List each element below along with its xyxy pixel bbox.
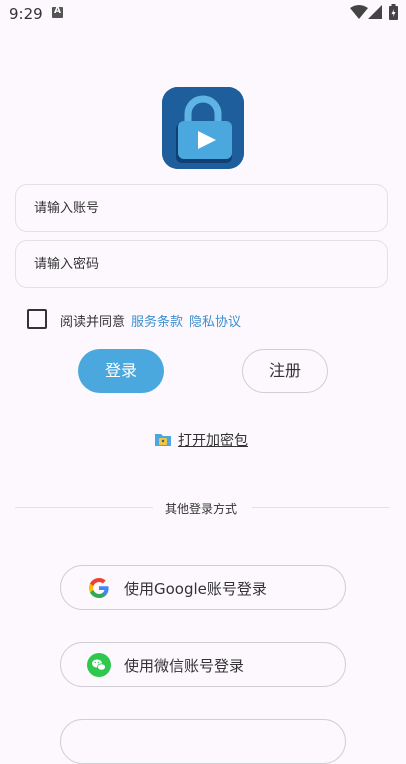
notification-icon [52, 6, 63, 18]
other-login-label: 其他登录方式 [165, 502, 238, 516]
account-input[interactable] [15, 184, 388, 232]
app-logo [162, 87, 244, 169]
terms-link[interactable]: 服务条款 [131, 311, 183, 330]
wechat-icon [87, 653, 111, 677]
password-input[interactable] [15, 240, 388, 288]
wifi-icon [350, 5, 368, 19]
next-login-button[interactable] [60, 719, 346, 764]
google-login-button[interactable]: 使用Google账号登录 [60, 565, 346, 610]
battery-icon [389, 4, 398, 20]
folder-icon [155, 434, 171, 446]
login-button[interactable]: 登录 [78, 349, 164, 393]
register-button[interactable]: 注册 [242, 349, 328, 393]
divider-line-right [252, 507, 390, 508]
status-bar: 9:29 [0, 0, 406, 28]
open-package-label: 打开加密包 [178, 433, 248, 449]
divider-line-left [15, 507, 153, 508]
agree-text: 阅读并同意 [60, 315, 126, 330]
lock-play-icon [162, 87, 244, 169]
status-time: 9:29 [9, 5, 43, 23]
wechat-login-label: 使用微信账号登录 [124, 657, 245, 675]
google-login-label: 使用Google账号登录 [124, 580, 267, 598]
wechat-login-button[interactable]: 使用微信账号登录 [60, 642, 346, 687]
agree-checkbox[interactable] [27, 309, 47, 329]
privacy-link[interactable]: 隐私协议 [189, 311, 241, 330]
google-icon [89, 578, 109, 598]
signal-icon [368, 5, 382, 19]
